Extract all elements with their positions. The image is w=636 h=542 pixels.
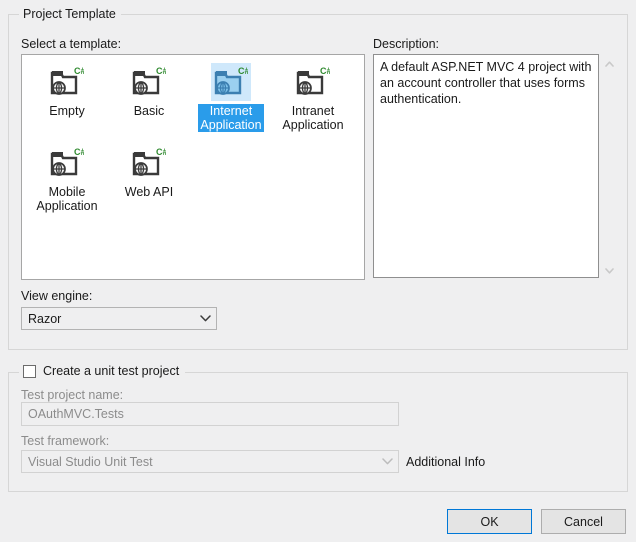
template-item-intranet-application[interactable]: C# IntranetApplication — [273, 59, 353, 134]
csharp-web-project-icon: C# — [47, 144, 87, 182]
ok-button[interactable]: OK — [447, 509, 532, 534]
template-item-internet-application[interactable]: C# InternetApplication — [191, 59, 271, 134]
cancel-button[interactable]: Cancel — [541, 509, 626, 534]
csharp-web-project-icon: C# — [211, 63, 251, 101]
svg-text:C#: C# — [320, 67, 330, 76]
template-item-label: Internet Application — [198, 104, 264, 132]
scroll-down-icon[interactable] — [601, 263, 618, 278]
csharp-web-project-icon: C# — [129, 144, 169, 182]
template-item-label: Basic — [133, 104, 165, 118]
test-project-name-label: Test project name: — [21, 388, 124, 402]
test-framework-label: Test framework: — [21, 434, 110, 448]
svg-text:C#: C# — [74, 67, 84, 76]
view-engine-value: Razor — [28, 311, 62, 326]
template-item-label: Web API — [124, 185, 174, 199]
description-label: Description: — [373, 37, 439, 51]
test-framework-value: Visual Studio Unit Test — [28, 454, 153, 469]
project-template-group-label: Project Template — [19, 7, 121, 22]
select-template-label: Select a template: — [21, 37, 122, 51]
svg-text:C#: C# — [238, 67, 248, 76]
csharp-web-project-icon: C# — [293, 63, 333, 101]
template-item-mobile-application[interactable]: C# MobileApplication — [27, 140, 107, 215]
csharp-web-project-icon: C# — [129, 63, 169, 101]
chevron-down-icon[interactable] — [194, 315, 216, 322]
test-framework-select[interactable]: Visual Studio Unit Test — [21, 450, 399, 473]
template-item-label: Mobile Application — [36, 185, 98, 213]
svg-text:C#: C# — [74, 148, 84, 157]
template-item-empty[interactable]: C# Empty — [27, 59, 107, 134]
create-unit-test-label: Create a unit test project — [43, 364, 180, 378]
view-engine-select[interactable]: Razor — [21, 307, 217, 330]
template-item-label: Intranet Application — [282, 104, 344, 132]
scroll-up-icon[interactable] — [601, 56, 618, 71]
template-item-basic[interactable]: C# Basic — [109, 59, 189, 134]
chevron-down-icon[interactable] — [376, 458, 398, 465]
view-engine-label: View engine: — [21, 289, 93, 303]
description-scrollbar[interactable] — [601, 54, 618, 280]
csharp-web-project-icon: C# — [47, 63, 87, 101]
additional-info-label[interactable]: Additional Info — [406, 455, 485, 470]
svg-text:C#: C# — [156, 67, 166, 76]
create-unit-test-legend: Create a unit test project — [19, 364, 186, 379]
template-item-web-api[interactable]: C# Web API — [109, 140, 189, 215]
template-grid: C# Empty C# Basic C# InternetApplication C# Int… — [22, 55, 364, 221]
create-unit-test-checkbox[interactable] — [23, 365, 36, 378]
template-item-label: Empty — [49, 104, 85, 118]
test-project-name-input[interactable]: OAuthMVC.Tests — [21, 402, 399, 426]
svg-text:C#: C# — [156, 148, 166, 157]
description-textbox: A default ASP.NET MVC 4 project with an … — [373, 54, 599, 278]
template-listbox[interactable]: C# Empty C# Basic C# InternetApplication C# Int… — [21, 54, 365, 280]
